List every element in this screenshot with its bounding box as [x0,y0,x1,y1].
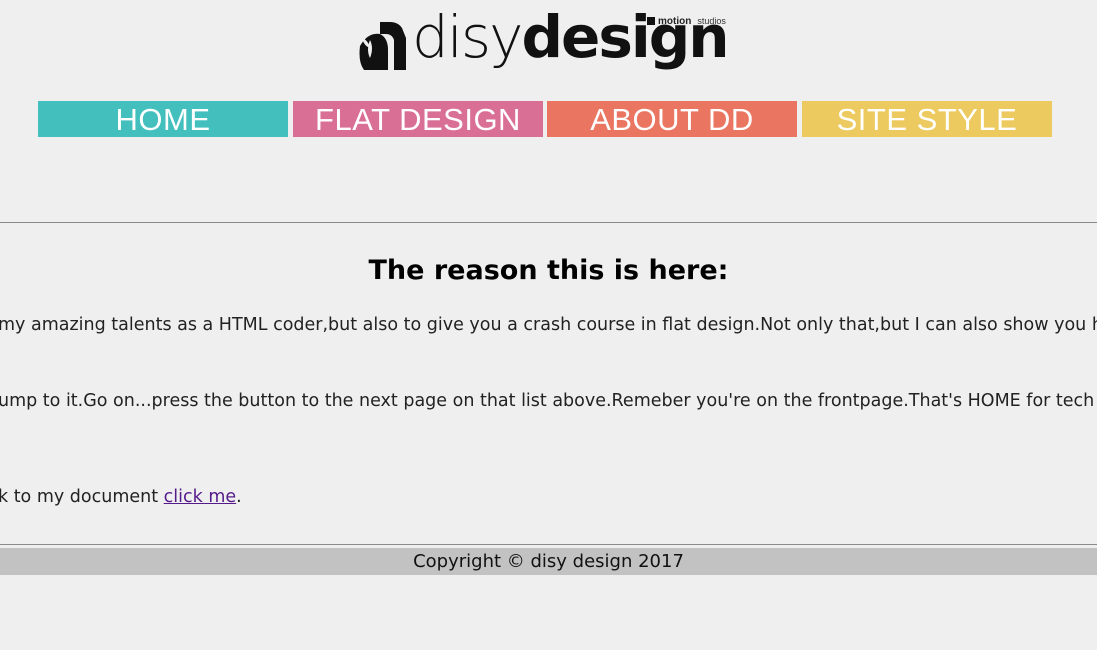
section-heading: The reason this is here: [368,255,729,286]
document-link[interactable]: click me [164,487,236,507]
top-divider [0,222,1097,223]
logo-subtitle: motion studios [647,16,726,27]
paragraph-2: ump to it.Go on...press the button to th… [0,391,1095,411]
logo-sub-studios: studios [697,16,726,26]
paragraph-1: my amazing talents as a HTML coder,but a… [0,315,1097,335]
nav-site-style-button[interactable]: SITE STYLE [802,101,1052,137]
logo-word-light: disy [412,3,523,71]
footer: Copyright © disy design 2017 [0,548,1097,575]
logo-word-bold: design [521,3,729,71]
nav-flat-design-button[interactable]: FLAT DESIGN [293,101,543,137]
site-logo[interactable]: disydesign motion studios [358,8,738,84]
main-nav: HOME FLAT DESIGN ABOUT DD SITE STYLE [38,101,1052,137]
paragraph-3-text: k to my document [0,487,164,507]
nav-home-button[interactable]: HOME [38,101,288,137]
footer-divider [0,544,1097,545]
page: disydesign motion studios HOME FLAT DESIG… [0,0,1097,650]
paragraph-3: k to my document click me. [0,487,242,507]
logo-sub-motion: motion [658,16,692,27]
logo-mark-icon [359,22,406,70]
logo-square-icon [647,17,655,25]
nav-about-dd-button[interactable]: ABOUT DD [547,101,797,137]
paragraph-3-end: . [236,487,242,507]
